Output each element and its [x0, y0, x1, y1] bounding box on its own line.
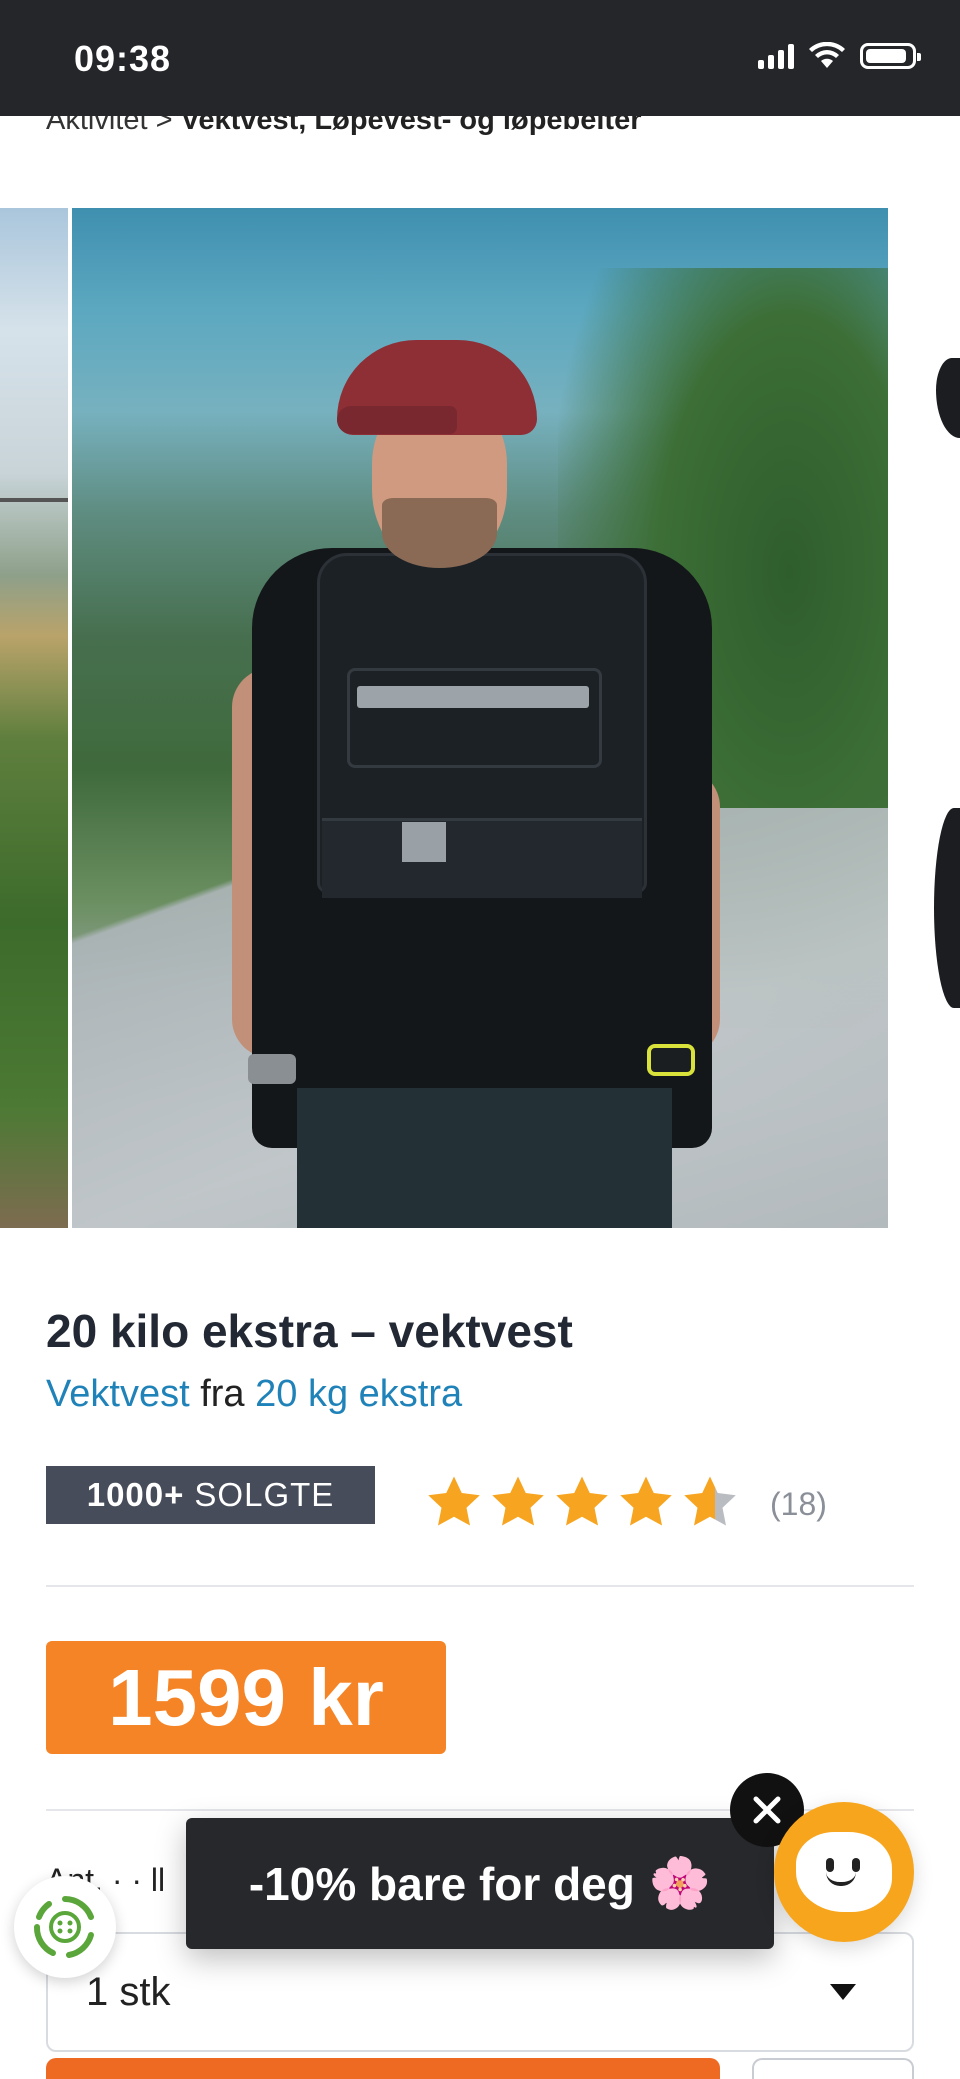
divider: [46, 1585, 914, 1587]
review-count[interactable]: (18): [770, 1486, 827, 1523]
product-image-gallery[interactable]: [0, 208, 960, 1228]
star-half-icon: [684, 1476, 736, 1526]
status-icons: [758, 42, 921, 70]
category-link[interactable]: Vektvest: [46, 1373, 190, 1415]
add-to-cart-button[interactable]: [46, 2058, 720, 2079]
product-photo-person: [72, 208, 888, 1228]
close-icon: [753, 1796, 781, 1824]
chat-face-icon: [796, 1832, 892, 1912]
brand-link[interactable]: 20 kg ekstra: [255, 1373, 462, 1415]
price-badge: 1599 kr: [46, 1641, 446, 1754]
status-bar: 09:38: [0, 0, 960, 116]
cellular-signal-icon: [758, 43, 794, 69]
chat-widget-button[interactable]: [774, 1802, 914, 1942]
recycle-cycle-icon: [34, 1896, 94, 1958]
rating-stars[interactable]: [424, 1472, 740, 1532]
star-icon: [556, 1476, 608, 1526]
quantity-select[interactable]: 1 stk: [46, 1932, 914, 2052]
discount-promo-banner[interactable]: -10% bare for deg 🌸: [186, 1818, 774, 1949]
sold-count-badge: 1000+ SOLGTE: [46, 1466, 375, 1524]
sold-label: SOLGTE: [194, 1476, 335, 1513]
status-time: 09:38: [74, 38, 172, 79]
product-title: 20 kilo ekstra – vektvest: [46, 1305, 573, 1357]
star-icon: [620, 1476, 672, 1526]
battery-icon: [860, 43, 921, 69]
promo-text: -10% bare for deg: [248, 1857, 635, 1910]
quantity-value: 1 stk: [86, 1970, 171, 2014]
caret-down-icon: [830, 1984, 856, 2000]
subtitle-connector: fra: [200, 1373, 245, 1415]
eco-badge-icon[interactable]: [14, 1876, 116, 1978]
sold-count: 1000+: [86, 1476, 185, 1513]
wifi-icon: [809, 42, 845, 68]
gallery-next-image[interactable]: [930, 208, 960, 1228]
gallery-previous-image[interactable]: [0, 208, 68, 1228]
flower-emoji-icon: 🌸: [648, 1855, 712, 1911]
product-subtitle: Vektvest fra 20 kg ekstra: [46, 1373, 462, 1416]
star-icon: [428, 1476, 480, 1526]
star-icon: [492, 1476, 544, 1526]
secondary-button[interactable]: [752, 2058, 914, 2079]
product-main-image[interactable]: [72, 208, 888, 1228]
